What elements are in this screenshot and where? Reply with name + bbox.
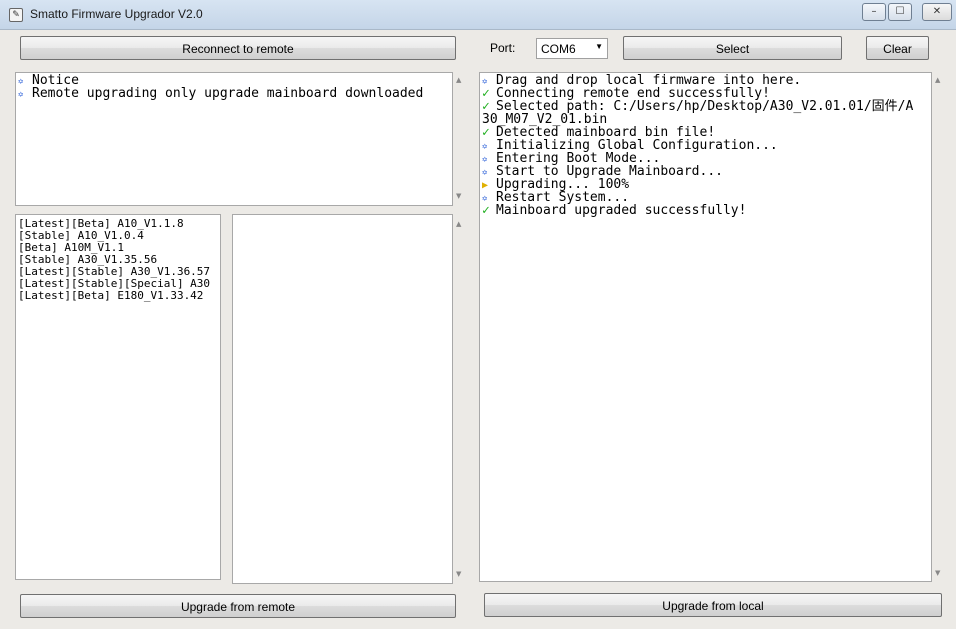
upgrade-local-button[interactable]: Upgrade from local <box>484 593 942 617</box>
port-label: Port: <box>490 41 516 55</box>
reconnect-button[interactable]: Reconnect to remote <box>20 36 456 60</box>
info-icon: ✡ <box>18 90 24 100</box>
app-icon: ✎ <box>9 8 23 22</box>
upgrade-remote-button[interactable]: Upgrade from remote <box>20 594 456 618</box>
clear-button[interactable]: Clear <box>866 36 929 60</box>
log-line: ✡ Remote upgrading only upgrade mainboard… <box>18 87 452 100</box>
port-select[interactable]: COM6 ▼ <box>536 38 608 59</box>
select-button[interactable]: Select <box>623 36 842 60</box>
scroll-down-icon[interactable]: ▼ <box>456 192 461 200</box>
notice-log[interactable]: ✡ Notice ✡ Remote upgrading only upgrade ma… <box>15 72 453 206</box>
scroll-down-icon[interactable]: ▼ <box>456 570 461 578</box>
firmware-details <box>232 214 453 584</box>
window-title: Smatto Firmware Upgrador V2.0 <box>30 7 203 21</box>
title-bar: ✎ Smatto Firmware Upgrador V2.0 – ☐ ✕ <box>0 0 956 30</box>
chevron-down-icon: ▼ <box>595 42 603 51</box>
scroll-up-icon[interactable]: ▲ <box>935 76 940 84</box>
main-log-scrollbar[interactable]: ▲ ▼ <box>932 72 948 582</box>
log-text: Mainboard upgraded successfully! <box>496 203 747 218</box>
notice-scrollbar[interactable]: ▲ ▼ <box>453 72 469 206</box>
scroll-up-icon[interactable]: ▲ <box>456 220 461 228</box>
close-button[interactable]: ✕ <box>922 3 952 21</box>
main-log[interactable]: ✡ Drag and drop local firmware into here.… <box>479 72 932 582</box>
list-scrollbar[interactable]: ▲ ▼ <box>453 214 469 584</box>
maximize-button[interactable]: ☐ <box>888 3 912 21</box>
log-line: ✓ Mainboard upgraded successfully! <box>482 204 931 217</box>
check-icon: ✓ <box>482 203 490 218</box>
list-item[interactable]: [Latest][Beta] E180_V1.33.42 <box>18 290 220 302</box>
firmware-list[interactable]: [Latest][Beta] A10_V1.1.8 [Stable] A10_V1… <box>15 214 221 580</box>
scroll-up-icon[interactable]: ▲ <box>456 76 461 84</box>
log-text: Remote upgrading only upgrade mainboard … <box>32 86 424 101</box>
minimize-button[interactable]: – <box>862 3 886 21</box>
scroll-down-icon[interactable]: ▼ <box>935 569 940 577</box>
port-value: COM6 <box>541 42 576 56</box>
check-icon: ✓ <box>482 125 490 140</box>
